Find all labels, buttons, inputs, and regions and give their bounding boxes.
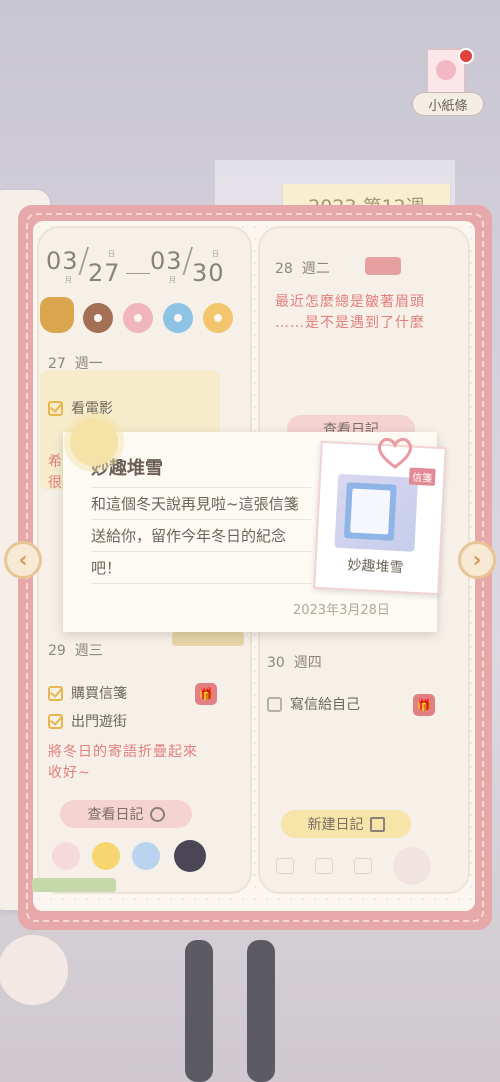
bread-sticker-icon [365,257,401,275]
next-week-button[interactable]: › [458,541,496,579]
end-month: 03 [150,247,183,275]
donut-icon [163,303,193,333]
gift-icon[interactable]: 🎁 [413,694,435,716]
heart-clip-icon [378,437,412,469]
day-weekday: 週四 [293,655,322,671]
task-label: 寫信給自己 [290,697,360,713]
sun-sticker-icon [92,842,120,870]
task-item[interactable]: 寫信給自己 [267,691,360,717]
sticker-slot-circle[interactable] [393,847,431,885]
new-diary-label: 新建日記 [307,817,364,833]
checkbox[interactable] [48,685,63,701]
donut-icon [203,303,233,333]
day-weekday: 週二 [301,261,330,277]
bunny-sticker-icon [52,842,80,870]
sticker-slot[interactable] [315,858,333,874]
day-30-header: 30 週四 [267,652,322,672]
new-diary-button[interactable]: 新建日記 [281,810,411,838]
diary-note: 將冬日的寄語折疊起來 [48,744,198,760]
notification-dot [458,48,474,64]
prev-week-button[interactable]: ‹ [4,541,42,579]
donut-icon [83,303,113,333]
month-unit-end: 月 [169,276,176,284]
day-number: 29 [48,643,66,659]
day-number: 28 [275,261,293,277]
task-item[interactable]: 看電影 [48,395,113,421]
diary-note: 最近怎麼總是皺著眉頭 [275,294,425,310]
donut-icon [123,303,153,333]
start-day: 27 [88,259,121,287]
cat-sticker-icon [40,297,74,333]
task-item[interactable]: 購買信箋 [48,680,127,706]
note-fragment: 希 [48,454,63,470]
diary-note: 收好~ [48,765,91,781]
card-label: 妙趣堆雪 [347,557,404,577]
checkbox[interactable] [48,400,63,416]
day-number: 30 [267,655,285,671]
day-unit: 日 [108,250,115,258]
popup-body-line: 吧！ [91,559,122,577]
start-month: 03 [46,247,79,275]
day-29-header: 29 週三 [48,640,103,660]
task-item[interactable]: 出門遊街 [48,708,127,734]
sticker-slot[interactable] [276,858,294,874]
edit-icon [369,816,385,832]
task-label: 出門遊街 [71,714,127,730]
diary-note: ……是不是遇到了什麼 [275,315,425,331]
task-label: 購買信箋 [71,686,127,702]
notes-label: 小紙條 [412,92,484,116]
character-legs [175,940,285,1082]
landscape-sticker-icon [132,842,160,870]
popup-body-line: 和這個冬天說再見啦~這張信箋 [91,495,299,513]
note-fragment: 很 [48,475,63,491]
cat-paw-decoration [0,935,68,1005]
month-unit: 月 [65,276,72,284]
letter-paper-image-sheet [350,488,391,535]
boot-sticker-icon [174,840,206,872]
sun-sticker-icon [70,418,118,466]
view-diary-label: 查看日記 [87,807,144,823]
gift-icon[interactable]: 🎁 [195,683,217,705]
range-arrow-icon [126,273,150,274]
day-unit-end: 日 [212,250,219,258]
popup-date: 2023年3月28日 [293,603,390,618]
task-label: 看電影 [71,401,113,417]
end-day: 30 [192,259,225,287]
date-range: 03 月 / 日 27 03 月 / 日 30 [46,241,246,287]
view-diary-button[interactable]: 查看日記 [60,800,192,828]
search-icon [149,806,165,822]
tape-decoration [172,632,244,646]
checkbox[interactable] [267,696,282,712]
popup-divider [91,583,311,584]
day-28-header: 28 週二 [275,258,330,278]
notes-button[interactable]: 小紙條 [412,48,484,118]
day-weekday: 週三 [74,643,103,659]
grass-decoration [32,878,116,892]
popup-body-line: 送給你，留作今年冬日的紀念 [91,527,287,545]
sticker-slot[interactable] [354,858,372,874]
checkbox[interactable] [48,713,63,729]
popup-divider [91,551,311,552]
